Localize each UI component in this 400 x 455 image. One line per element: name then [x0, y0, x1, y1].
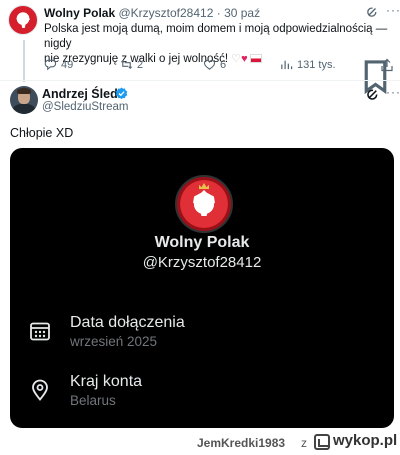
- author-handle[interactable]: @SledziuStream: [42, 101, 128, 113]
- calendar-icon: [30, 322, 50, 341]
- watermark-username: JemKredki1983: [197, 436, 286, 450]
- more-icon[interactable]: ···: [386, 85, 400, 99]
- profile-handle: @Krzysztof28412: [142, 254, 262, 271]
- like-count: 6: [220, 58, 227, 71]
- watermark-site: wykop.pl: [333, 432, 398, 449]
- reply-icon: [44, 59, 57, 71]
- tweet-text: Chłopie XD: [10, 126, 74, 140]
- tweet-divider: [0, 80, 400, 81]
- profile-screenshot-card[interactable]: Wolny Polak @Krzysztof28412 Data dołącze…: [10, 148, 394, 428]
- polish-eagle-icon: [17, 13, 30, 28]
- repost-count: 2: [137, 58, 144, 71]
- separator: ·: [216, 6, 221, 20]
- more-icon[interactable]: ···: [386, 3, 400, 17]
- joined-label: Data dołączenia: [70, 314, 185, 331]
- tweet-actions: 49 2 6 131 tys.: [44, 58, 394, 95]
- author-name[interactable]: Andrzej Śledź: [42, 87, 124, 101]
- quoted-tweet[interactable]: Wolny Polak @Krzysztof28412 · 30 paź ···…: [0, 0, 400, 95]
- tweet-date[interactable]: 30 paź: [224, 6, 260, 20]
- thread-connector-line: [23, 40, 25, 82]
- profile-avatar: [175, 175, 233, 233]
- grok-icon[interactable]: [366, 6, 378, 18]
- country-label: Kraj konta: [70, 373, 143, 390]
- like-button[interactable]: 6: [203, 58, 226, 71]
- share-icon[interactable]: [380, 58, 394, 72]
- author-name[interactable]: Wolny Polak: [44, 6, 115, 20]
- views-button[interactable]: 131 tys.: [280, 58, 336, 71]
- views-count: 131 tys.: [297, 58, 336, 71]
- profile-name: Wolny Polak: [154, 234, 250, 251]
- grok-icon[interactable]: [366, 88, 379, 101]
- avatar[interactable]: [10, 86, 38, 114]
- joined-value: wrzesień 2025: [70, 334, 158, 349]
- wykop-logo: wykop.pl: [314, 432, 400, 452]
- repost-icon: [120, 59, 133, 70]
- verified-badge-icon[interactable]: [115, 87, 128, 100]
- polish-eagle-icon: [193, 190, 215, 216]
- wykop-logo-icon: [314, 434, 330, 450]
- location-pin-icon: [32, 379, 48, 401]
- reply-count: 49: [61, 58, 74, 71]
- country-value: Belarus: [70, 393, 116, 408]
- crown-icon: [199, 183, 209, 189]
- like-icon: [203, 59, 216, 70]
- repost-button[interactable]: 2: [120, 58, 143, 71]
- author-handle[interactable]: @Krzysztof28412: [118, 6, 213, 20]
- views-icon: [281, 60, 293, 70]
- reply-button[interactable]: 49: [44, 58, 73, 71]
- tweet-header: Wolny Polak @Krzysztof28412 · 30 paź: [44, 6, 260, 20]
- watermark-connector: z: [301, 436, 307, 450]
- tweet-text-line-1: Polska jest moją dumą, moim domem i moją…: [44, 23, 388, 50]
- avatar[interactable]: [8, 5, 38, 35]
